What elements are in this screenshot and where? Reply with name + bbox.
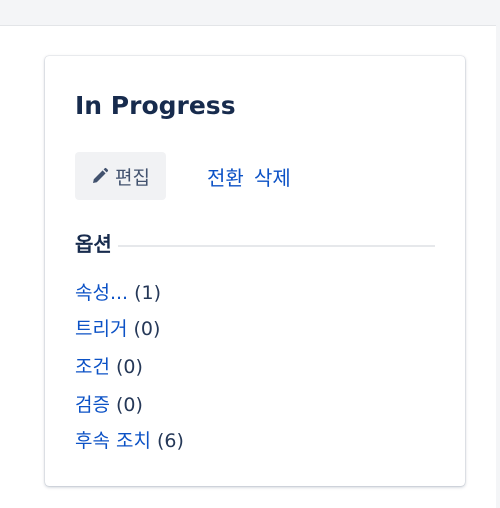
transition-link[interactable]: 전환 [207, 152, 244, 200]
options-heading: 옵션 [75, 230, 118, 258]
option-validators-link[interactable]: 검증 [75, 394, 110, 416]
option-triggers-count: (0) [133, 318, 161, 340]
edit-button[interactable]: 편집 [75, 152, 166, 200]
edit-button-label: 편집 [115, 166, 150, 189]
option-properties-count: (1) [134, 282, 162, 304]
option-validators: 검증 (0) [75, 392, 143, 418]
pencil-icon [91, 167, 109, 185]
option-validators-count: (0) [116, 394, 143, 416]
status-title: In Progress [75, 91, 236, 120]
option-post-functions-link[interactable]: 후속 조치 [75, 430, 151, 452]
option-conditions-link[interactable]: 조건 [75, 356, 110, 378]
option-properties: 속성... (1) [75, 280, 161, 306]
right-edge-strip [496, 0, 500, 508]
delete-link[interactable]: 삭제 [254, 152, 291, 200]
option-properties-link[interactable]: 속성... [75, 282, 128, 304]
option-triggers: 트리거 (0) [75, 316, 160, 342]
options-divider [75, 245, 435, 247]
option-conditions: 조건 (0) [75, 354, 143, 380]
option-triggers-link[interactable]: 트리거 [75, 318, 127, 340]
top-bar [0, 0, 500, 26]
option-post-functions: 후속 조치 (6) [75, 428, 184, 454]
option-post-functions-count: (6) [157, 430, 184, 452]
status-card: In Progress 편집 전환 삭제 옵션 속성... (1) 트리거 (0… [45, 56, 465, 486]
option-conditions-count: (0) [116, 356, 143, 378]
